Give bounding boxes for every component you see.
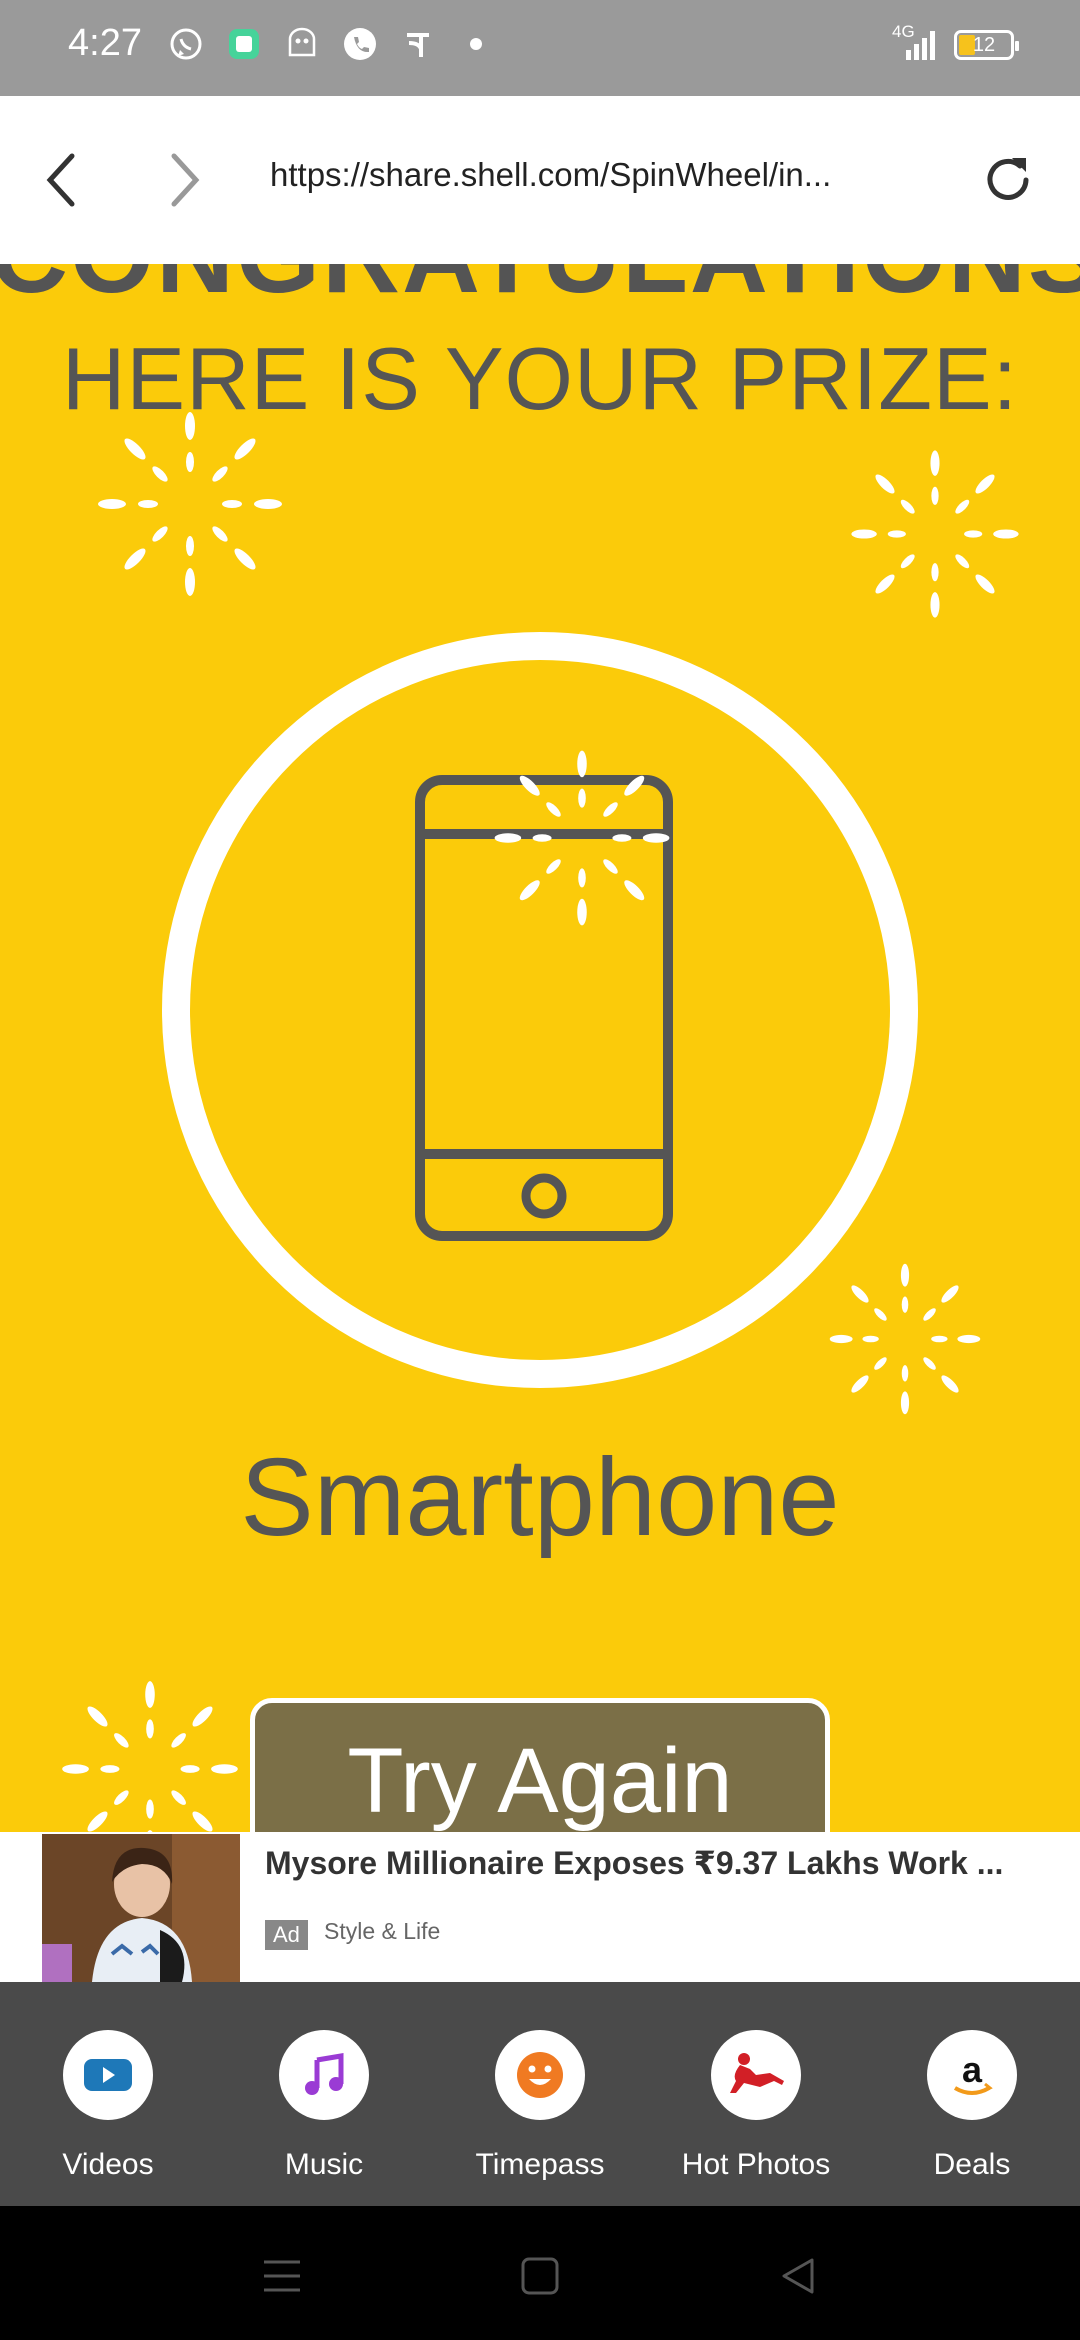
prize-page: CONGRATULATIONS! HERE IS YOUR PRIZE: <box>0 264 1080 1832</box>
svg-text:a: a <box>962 2050 983 2090</box>
firework-decoration-icon <box>98 412 282 596</box>
signal-icon: 4G <box>892 22 940 62</box>
forward-button[interactable] <box>152 148 216 212</box>
reload-icon <box>987 158 1029 200</box>
shortcut-label: Videos <box>62 2148 154 2181</box>
notification-icons <box>168 26 494 62</box>
shortcut-music[interactable]: Music <box>216 2030 432 2182</box>
back-button[interactable] <box>30 148 94 212</box>
shortcut-label: Timepass <box>475 2148 605 2181</box>
more-notifications-dot-icon <box>458 26 494 62</box>
reload-button[interactable] <box>976 148 1040 212</box>
app-icon <box>226 26 262 62</box>
firework-decoration-icon <box>62 1681 238 1832</box>
back-triangle-icon <box>782 2258 814 2294</box>
prize-name: Smartphone <box>240 1436 840 1559</box>
back-arrow-icon <box>46 153 75 207</box>
ad-source: Style & Life <box>324 1918 441 1944</box>
phonepe-icon <box>400 26 436 62</box>
shortcut-label: Deals <box>933 2148 1011 2181</box>
ad-badge: Ad <box>265 1920 308 1950</box>
shortcut-bar: Videos Music Timepass Hot Photos a Deals <box>0 1982 1080 2206</box>
status-time: 4:27 <box>68 22 142 64</box>
menu-icon <box>264 2260 300 2292</box>
amazon-icon: a <box>927 2030 1017 2120</box>
network-type: 4G <box>892 22 915 41</box>
forward-arrow-icon <box>171 153 200 207</box>
music-note-icon <box>279 2030 369 2120</box>
prize-circle <box>162 632 918 1388</box>
browser-toolbar: https://share.shell.com/SpinWheel/in... <box>0 96 1080 264</box>
url-bar[interactable]: https://share.shell.com/SpinWheel/in... <box>270 156 880 194</box>
game-icon <box>284 26 320 62</box>
system-navigation-bar <box>0 2206 1080 2340</box>
home-square-icon <box>521 2257 559 2295</box>
phone-call-icon <box>342 26 378 62</box>
shortcut-hot-photos[interactable]: Hot Photos <box>648 2030 864 2182</box>
status-bar: 4:27 4G 12 <box>0 0 1080 96</box>
try-again-button[interactable]: Try Again <box>250 1698 830 1832</box>
shortcut-deals[interactable]: a Deals <box>864 2030 1080 2182</box>
silhouette-icon <box>711 2030 801 2120</box>
ad-thumbnail[interactable] <box>42 1834 240 1982</box>
battery-icon: 12 <box>954 30 1019 60</box>
congratulations-heading: CONGRATULATIONS! <box>0 264 1080 317</box>
shortcut-label: Hot Photos <box>681 2148 831 2181</box>
ad-headline[interactable]: Mysore Millionaire Exposes ₹9.37 Lakhs W… <box>265 1844 1055 1882</box>
shortcut-label: Music <box>284 2148 364 2181</box>
shortcut-timepass[interactable]: Timepass <box>432 2030 648 2182</box>
smartphone-icon <box>415 775 673 1241</box>
back-nav-button[interactable] <box>768 2246 828 2306</box>
ad-person-photo <box>42 1834 240 1982</box>
play-icon <box>63 2030 153 2120</box>
smiley-icon <box>495 2030 585 2120</box>
whatsapp-icon <box>168 26 204 62</box>
shortcut-videos[interactable]: Videos <box>0 2030 216 2182</box>
menu-button[interactable] <box>252 2246 312 2306</box>
firework-decoration-icon <box>851 450 1019 618</box>
battery-level: 12 <box>972 33 996 56</box>
status-right: 4G 12 <box>892 22 1019 62</box>
ad-banner[interactable]: Mysore Millionaire Exposes ₹9.37 Lakhs W… <box>0 1832 1080 1982</box>
home-button[interactable] <box>510 2246 570 2306</box>
